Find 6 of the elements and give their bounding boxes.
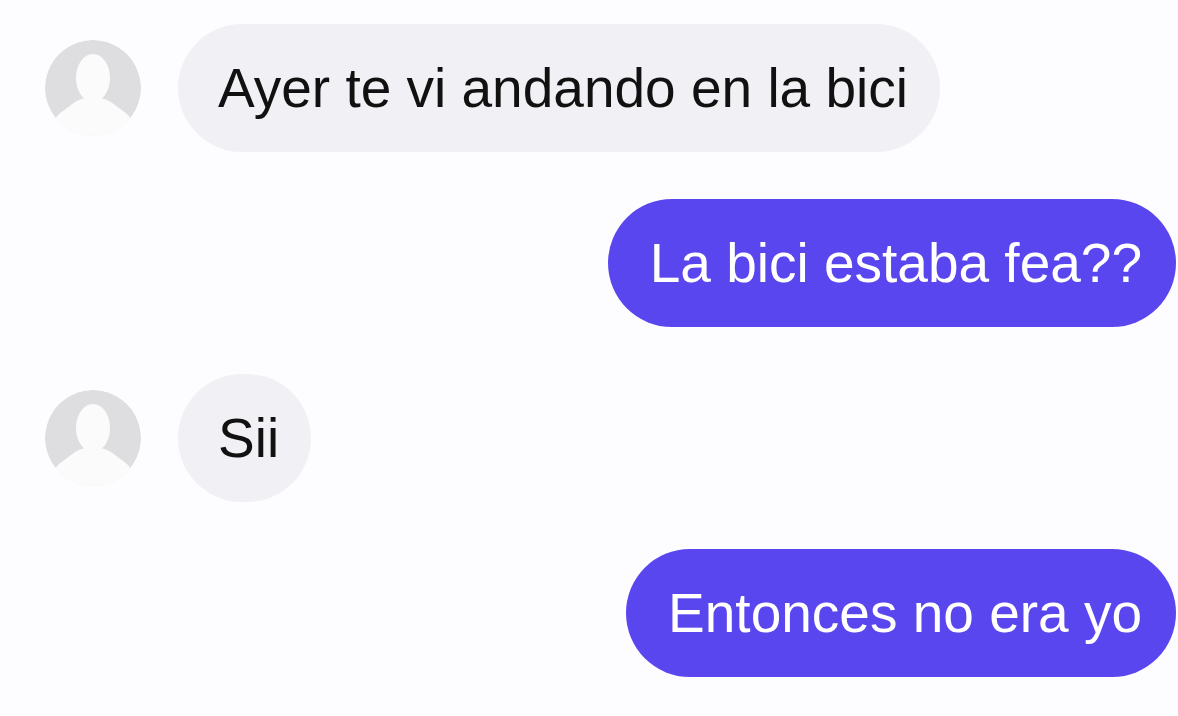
avatar-icon [45, 40, 141, 136]
avatar-icon [45, 390, 141, 486]
message-bubble: La bici estaba fea?? [607, 199, 1176, 327]
message-bubble: Entonces no era yo [626, 549, 1176, 677]
message-bubble: Sii [178, 374, 312, 502]
message-bubble: Ayer te vi andando en la bici [178, 24, 940, 152]
